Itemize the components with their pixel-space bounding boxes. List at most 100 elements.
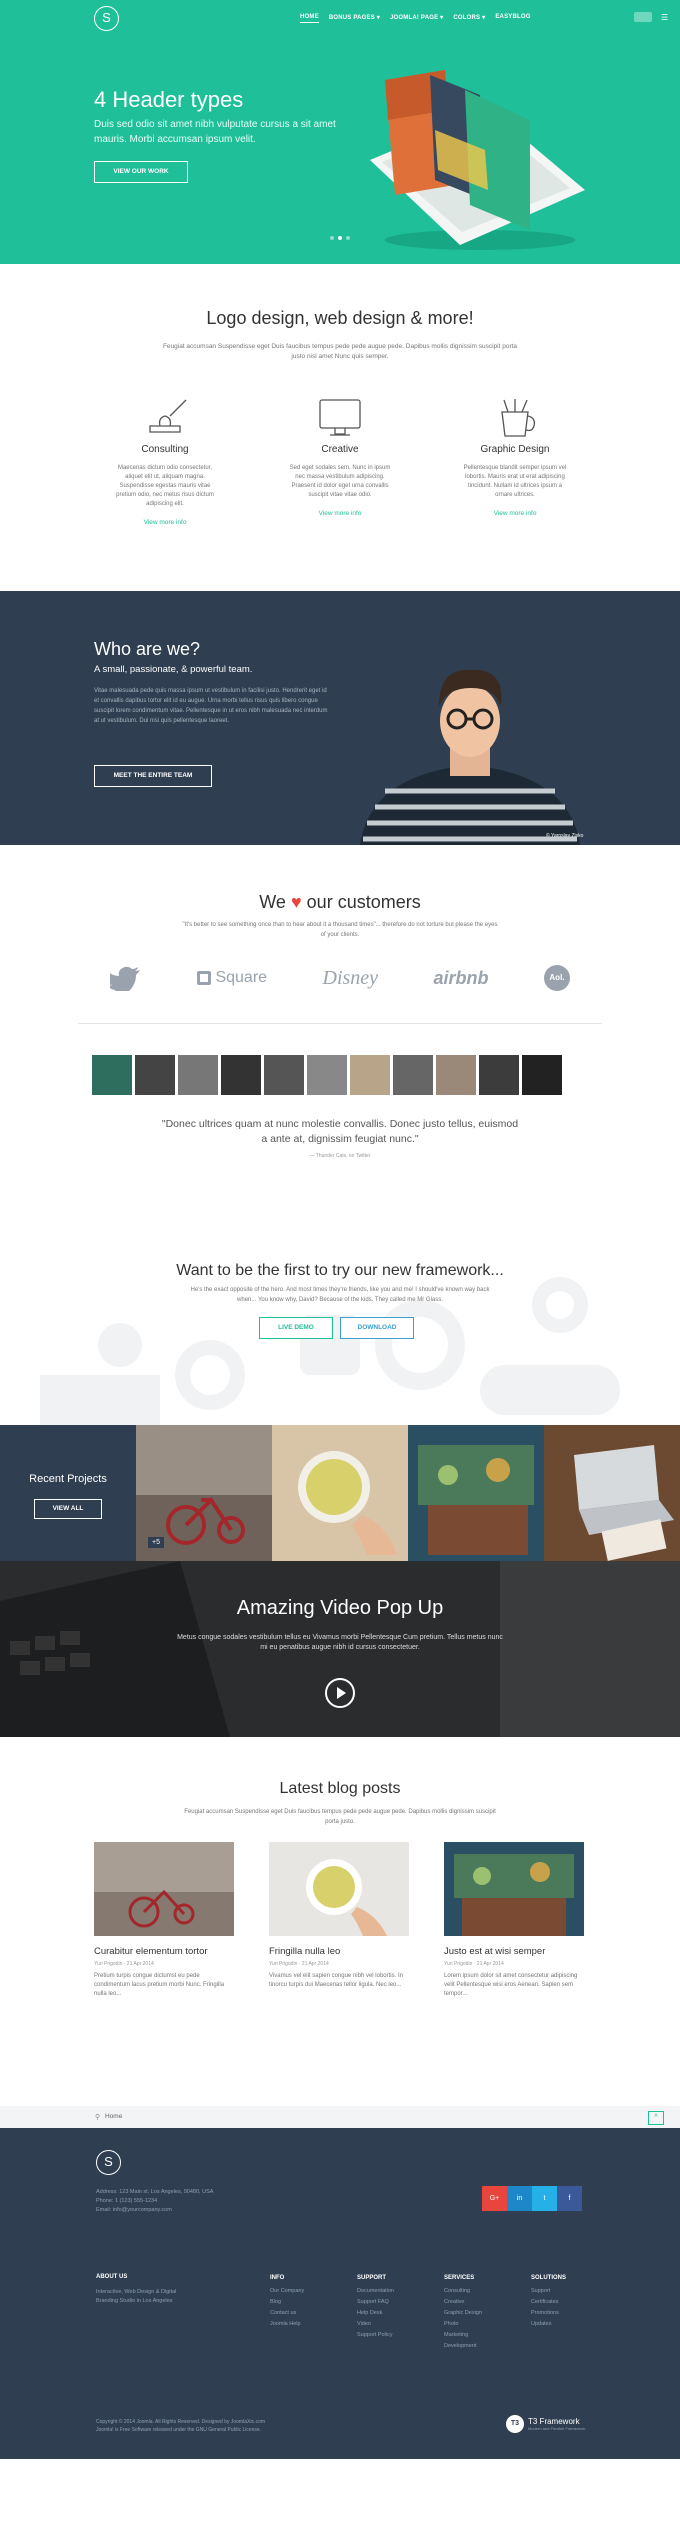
live-demo-button[interactable]: LIVE DEMO: [259, 1317, 333, 1339]
avatar[interactable]: [393, 1055, 433, 1095]
avatar[interactable]: [350, 1055, 390, 1095]
site-logo[interactable]: S: [94, 6, 119, 31]
hero-text: Duis sed odio sit amet nibh vulputate cu…: [94, 119, 336, 145]
services-subtitle: Feugiat accumsan Suspendisse eget Duis f…: [162, 343, 518, 360]
who-text: Vitae malesuada pede quis massa ipsum ut…: [94, 688, 328, 724]
footer-link[interactable]: Our Company: [270, 2286, 304, 2297]
avatar[interactable]: [178, 1055, 218, 1095]
footer-link[interactable]: Consulting: [444, 2286, 482, 2297]
footer-link[interactable]: Documentation: [357, 2286, 394, 2297]
avatar[interactable]: [479, 1055, 519, 1095]
footer-link[interactable]: Support: [531, 2286, 566, 2297]
project-thumb-tea[interactable]: [272, 1425, 408, 1561]
service-link[interactable]: View more info: [110, 519, 220, 526]
project-thumb-shop[interactable]: [408, 1425, 544, 1561]
menu-item-bonus-pages[interactable]: BONUS PAGES ▾: [329, 14, 380, 23]
footer-col-services: SERVICES Consulting Creative Graphic Des…: [444, 2273, 482, 2352]
t3-brand[interactable]: T3 T3 Framework Modern and Flexible Fram…: [506, 2415, 585, 2433]
blog-post-title[interactable]: Curabitur elementum tortor: [94, 1946, 234, 1957]
view-all-button[interactable]: VIEW ALL: [34, 1499, 102, 1519]
photo-credit: © Yaroslav Zisko: [546, 833, 584, 839]
slide-dot-active[interactable]: [338, 236, 342, 240]
footer-link[interactable]: Joomla Help: [270, 2319, 304, 2330]
services-title: Logo design, web design & more!: [206, 308, 474, 328]
framework-title: Want to be the first to try our new fram…: [176, 1262, 504, 1279]
phone: Phone: 1 (123) 555-1234: [96, 2198, 158, 2204]
menu-item-home[interactable]: HOME: [300, 14, 319, 23]
avatar-strip: [92, 1055, 562, 1095]
footer-col-title: SOLUTIONS: [531, 2275, 567, 2281]
avatar[interactable]: [307, 1055, 347, 1095]
meet-team-button[interactable]: MEET THE ENTIRE TEAM: [94, 765, 212, 787]
play-button[interactable]: [325, 1678, 355, 1708]
footer-link[interactable]: Support FAQ: [357, 2297, 394, 2308]
view-our-work-button[interactable]: VIEW OUR WORK: [94, 161, 188, 183]
avatar[interactable]: [264, 1055, 304, 1095]
footer-link[interactable]: Certificates: [531, 2297, 566, 2308]
footer-about-text: Interactive, Web Design & Digital Brandi…: [96, 2289, 177, 2304]
avatar[interactable]: [522, 1055, 562, 1095]
language-flag-icon[interactable]: [634, 12, 652, 22]
avatar[interactable]: [436, 1055, 476, 1095]
address: Address: 123 Main st, Los Angeles, 90480…: [96, 2189, 214, 2195]
footer-col-info: INFO Our Company Blog Contact us Joomla …: [270, 2273, 304, 2330]
footer-link[interactable]: Updates: [531, 2319, 566, 2330]
avatar[interactable]: [92, 1055, 132, 1095]
project-thumb-laptop[interactable]: [544, 1425, 680, 1561]
blog-subtitle: Feugiat accumsan Suspendisse eget Duis f…: [184, 1809, 496, 1825]
project-thumb-bike[interactable]: +5: [136, 1425, 272, 1561]
footer-link[interactable]: Promotions: [531, 2308, 566, 2319]
blog-post-image[interactable]: [269, 1842, 409, 1936]
footer-link[interactable]: Support Policy: [357, 2330, 394, 2341]
projects-title: Recent Projects: [29, 1473, 107, 1485]
slide-dot[interactable]: [330, 236, 334, 240]
social-links: G+ in t f: [482, 2186, 582, 2211]
footer-link[interactable]: Development: [444, 2341, 482, 2352]
footer-logo[interactable]: S: [96, 2150, 121, 2175]
testimonial-text: "Donec ultrices quam at nunc molestie co…: [161, 1118, 519, 1145]
menu-item-easyblog[interactable]: EASYBLOG: [495, 14, 530, 23]
footer-link[interactable]: Help Desk: [357, 2308, 394, 2319]
footer-link[interactable]: Blog: [270, 2297, 304, 2308]
avatar[interactable]: [135, 1055, 175, 1095]
linkedin-icon[interactable]: in: [507, 2186, 532, 2211]
blog-post-title[interactable]: Justo est at wisi semper: [444, 1946, 584, 1957]
footer-about-title: ABOUT US: [96, 2274, 128, 2280]
footer-link[interactable]: Photo: [444, 2319, 482, 2330]
download-button[interactable]: DOWNLOAD: [340, 1317, 414, 1339]
menu-item-joomla-page[interactable]: JOOMLA! PAGE ▾: [390, 14, 443, 23]
footer-link[interactable]: Video: [357, 2319, 394, 2330]
framework-section: Want to be the first to try our new fram…: [0, 1205, 680, 1425]
service-text: Maecenas dictum odio consectetur, alique…: [116, 465, 214, 507]
divider: [78, 1023, 602, 1024]
who-title: Who are we?: [94, 639, 201, 659]
slide-dot[interactable]: [346, 236, 350, 240]
footer-link[interactable]: Creative: [444, 2297, 482, 2308]
service-link[interactable]: View more info: [285, 510, 395, 517]
blog-post-image[interactable]: [444, 1842, 584, 1936]
blog-post-excerpt: Lorem ipsum dolor sit amet consectetur a…: [444, 1973, 578, 1997]
google-plus-icon[interactable]: G+: [482, 2186, 507, 2211]
back-to-top-button[interactable]: ^: [648, 2111, 664, 2125]
video-section: Amazing Video Pop Up Metus congue sodale…: [0, 1561, 680, 1737]
blog-post-image[interactable]: [94, 1842, 234, 1936]
blog-post-title[interactable]: Fringilla nulla leo: [269, 1946, 409, 1957]
breadcrumb-home[interactable]: Home: [105, 2113, 122, 2120]
services-section: Logo design, web design & more! Feugiat …: [0, 264, 680, 591]
twitter-logo-icon: [110, 966, 140, 991]
play-icon: [337, 1687, 346, 1699]
brand-sub: Modern and Flexible Framework: [528, 2426, 586, 2431]
footer-link[interactable]: Graphic Design: [444, 2308, 482, 2319]
hamburger-icon[interactable]: ☰: [661, 13, 668, 22]
avatar[interactable]: [221, 1055, 261, 1095]
footer-link[interactable]: Contact us: [270, 2308, 304, 2319]
service-link[interactable]: View more info: [460, 510, 570, 517]
footer-link[interactable]: Marketing: [444, 2330, 482, 2341]
twitter-icon[interactable]: t: [532, 2186, 557, 2211]
menu-item-colors[interactable]: COLORS ▾: [453, 14, 485, 23]
framework-text: He's the exact opposite of the hero. And…: [190, 1287, 490, 1303]
hero-title: 4 Header types: [94, 87, 244, 112]
service-title: Graphic Design: [480, 444, 550, 455]
facebook-icon[interactable]: f: [557, 2186, 582, 2211]
hero-section: S HOME BONUS PAGES ▾ JOOMLA! PAGE ▾ COLO…: [0, 0, 680, 264]
